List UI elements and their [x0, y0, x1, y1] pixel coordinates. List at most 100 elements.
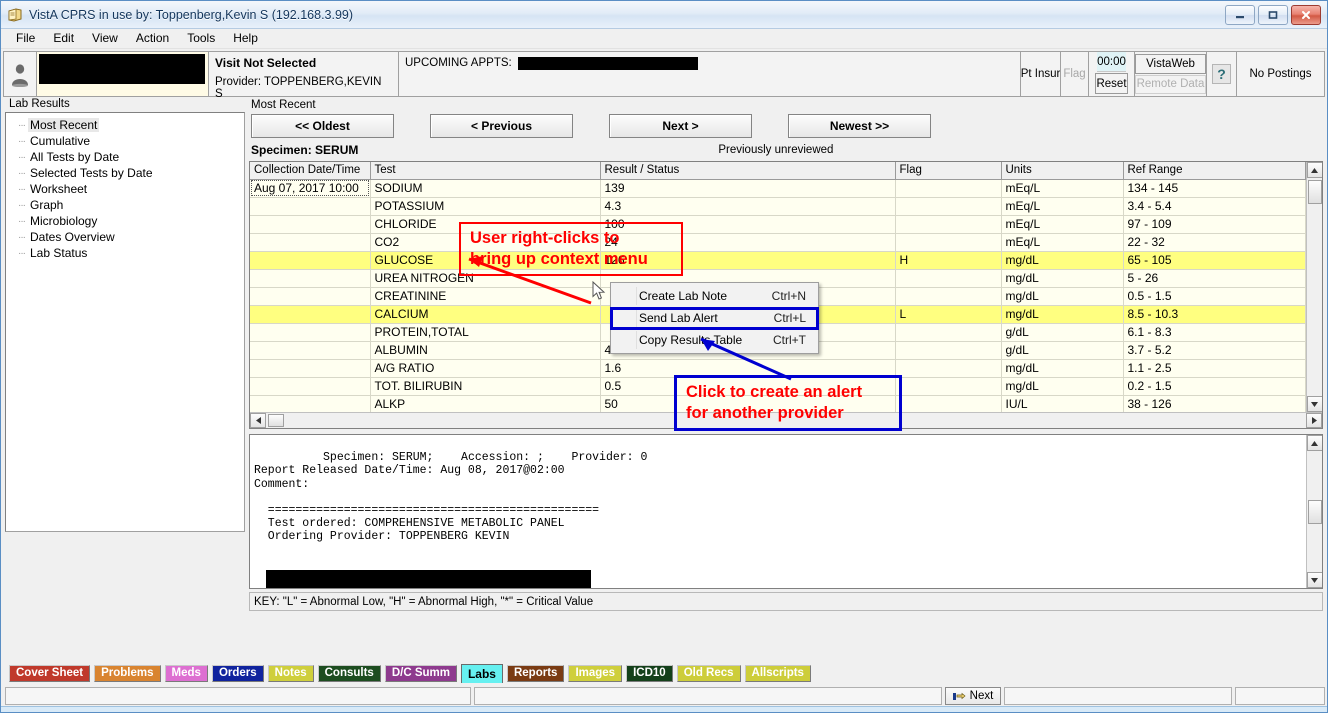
detail-scroll-down-button[interactable]: [1306, 572, 1322, 588]
visit-info[interactable]: Visit Not Selected Provider: TOPPENBERG,…: [209, 51, 399, 100]
tab-old-recs[interactable]: Old Recs: [676, 664, 741, 682]
column-header-result-status[interactable]: Result / Status: [600, 162, 896, 180]
tab-images[interactable]: Images: [568, 664, 623, 682]
maximize-button[interactable]: [1258, 4, 1288, 25]
sidebar-item-label: Lab Status: [30, 246, 88, 260]
detail-scroll-thumb[interactable]: [1307, 499, 1322, 524]
context-menu-item-create-lab-note[interactable]: Create Lab Note Ctrl+N: [611, 285, 818, 307]
table-row[interactable]: GLUCOSE 126 Hmg/dL 65 - 105: [250, 251, 1306, 270]
sidebar-item-cumulative[interactable]: ··· Cumulative: [8, 133, 242, 149]
patient-header-band: Visit Not Selected Provider: TOPPENBERG,…: [1, 49, 1327, 100]
window-footer-accent: [1, 706, 1327, 712]
column-header-flag[interactable]: Flag: [895, 162, 1002, 180]
sidebar-item-dates-overview[interactable]: ··· Dates Overview: [8, 229, 242, 245]
upcoming-appointments[interactable]: UPCOMING APPTS:: [399, 51, 1021, 97]
sidebar-item-lab-status[interactable]: ··· Lab Status: [8, 245, 242, 261]
tab-problems[interactable]: Problems: [94, 664, 161, 682]
status-cell-middle: [474, 687, 942, 705]
person-silhouette-icon: [12, 64, 28, 87]
sidebar-item-selected-tests-by-date[interactable]: ··· Selected Tests by Date: [8, 165, 242, 181]
scroll-left-button[interactable]: [250, 413, 266, 428]
tab-cover-sheet[interactable]: Cover Sheet: [9, 664, 91, 682]
cell-test: SODIUM: [370, 179, 601, 198]
sidebar-item-graph[interactable]: ··· Graph: [8, 197, 242, 213]
tab-icd10[interactable]: ICD10: [626, 664, 673, 682]
cell-units: mEq/L: [1001, 197, 1124, 216]
tab-allscripts[interactable]: Allscripts: [744, 664, 811, 682]
tab-notes[interactable]: Notes: [267, 664, 314, 682]
cell-test: POTASSIUM: [370, 197, 601, 216]
menu-view[interactable]: View: [83, 29, 127, 48]
help-button[interactable]: ?: [1207, 51, 1237, 97]
context-menu-item-copy-results-table[interactable]: Copy Results Table Ctrl+T: [611, 329, 818, 351]
column-header-ref-range[interactable]: Ref Range: [1123, 162, 1306, 180]
lab-results-tree[interactable]: ··· Most Recent ··· Cumulative ··· All T…: [5, 112, 245, 532]
tab-consults[interactable]: Consults: [317, 664, 381, 682]
scroll-right-button[interactable]: [1306, 413, 1322, 428]
pt-insur-button[interactable]: Pt Insur: [1021, 51, 1061, 97]
cell-units: mg/dL: [1001, 251, 1124, 270]
cell-flag: L: [895, 305, 1002, 324]
cell-collection-date: [250, 395, 371, 412]
cell-ref-range: 134 - 145: [1123, 179, 1306, 198]
menu-bar: File Edit View Action Tools Help: [1, 29, 1327, 49]
vistaweb-button[interactable]: VistaWeb: [1135, 54, 1206, 74]
menu-action[interactable]: Action: [127, 29, 178, 48]
column-header-test[interactable]: Test: [370, 162, 601, 180]
cell-units: mEq/L: [1001, 215, 1124, 234]
annotation-right-click: User right-clicks to bring up context me…: [459, 222, 683, 276]
cell-ref-range: 1.1 - 2.5: [1123, 359, 1306, 378]
newest-button[interactable]: Newest >>: [788, 114, 931, 138]
menu-tools[interactable]: Tools: [178, 29, 224, 48]
minimize-button[interactable]: [1225, 4, 1255, 25]
tab-orders[interactable]: Orders: [211, 664, 264, 682]
sidebar-item-all-tests-by-date[interactable]: ··· All Tests by Date: [8, 149, 242, 165]
column-header-collection-date[interactable]: Collection Date/Time: [250, 162, 371, 180]
cell-flag: [895, 197, 1002, 216]
scroll-up-button[interactable]: [1306, 162, 1322, 178]
table-row[interactable]: POTASSIUM 4.3 mEq/L 3.4 - 5.4: [250, 197, 1306, 216]
grid-vertical-scrollbar[interactable]: [1306, 162, 1322, 412]
title-bar: VistA CPRS in use by: Toppenberg,Kevin S…: [1, 1, 1327, 29]
tab-d-c-summ[interactable]: D/C Summ: [384, 664, 457, 682]
previous-button[interactable]: < Previous: [430, 114, 573, 138]
pointing-hand-icon: [952, 692, 966, 700]
cell-units: mEq/L: [1001, 179, 1124, 198]
patient-name-field[interactable]: [37, 51, 209, 97]
timer-reset-button[interactable]: Reset: [1095, 73, 1128, 94]
cell-units: mg/dL: [1001, 305, 1124, 324]
scroll-thumb[interactable]: [1307, 180, 1322, 204]
tab-meds[interactable]: Meds: [164, 664, 208, 682]
tab-labs[interactable]: Labs: [460, 663, 503, 683]
menu-edit[interactable]: Edit: [44, 29, 83, 48]
table-row[interactable]: CO2 24 mEq/L 22 - 32: [250, 233, 1306, 252]
next-button[interactable]: Next >: [609, 114, 752, 138]
table-row[interactable]: CHLORIDE 100 mEq/L 97 - 109: [250, 215, 1306, 234]
status-cell-left: [5, 687, 471, 705]
cprs-app-icon: [7, 7, 23, 23]
postings-button[interactable]: No Postings: [1237, 51, 1325, 97]
close-button[interactable]: [1291, 4, 1321, 25]
lab-detail-pane[interactable]: Specimen: SERUM; Accession: ; Provider: …: [249, 434, 1323, 589]
detail-redaction-block: [266, 570, 591, 588]
cell-ref-range: 38 - 126: [1123, 395, 1306, 412]
timer-button[interactable]: 00:00 Reset: [1089, 51, 1135, 97]
table-row[interactable]: Aug 07, 2017 10:00 SODIUM 139 mEq/L 134 - 14…: [250, 179, 1306, 198]
menu-file[interactable]: File: [7, 29, 44, 48]
detail-scroll-up-button[interactable]: [1306, 435, 1322, 451]
cell-ref-range: 8.5 - 10.3: [1123, 305, 1306, 324]
cell-units: mg/dL: [1001, 359, 1124, 378]
h-scroll-thumb[interactable]: [268, 414, 284, 427]
window-title: VistA CPRS in use by: Toppenberg,Kevin S…: [29, 7, 354, 22]
scroll-down-button[interactable]: [1306, 396, 1322, 412]
menu-help[interactable]: Help: [224, 29, 267, 48]
tab-reports[interactable]: Reports: [506, 664, 565, 682]
status-next-button[interactable]: Next: [945, 687, 1001, 705]
sidebar-item-worksheet[interactable]: ··· Worksheet: [8, 181, 242, 197]
oldest-button[interactable]: << Oldest: [251, 114, 394, 138]
sidebar-item-most-recent[interactable]: ··· Most Recent: [8, 117, 242, 133]
sidebar-item-microbiology[interactable]: ··· Microbiology: [8, 213, 242, 229]
column-header-units[interactable]: Units: [1001, 162, 1124, 180]
detail-vertical-scrollbar[interactable]: [1306, 435, 1322, 588]
patient-photo[interactable]: [3, 51, 37, 97]
